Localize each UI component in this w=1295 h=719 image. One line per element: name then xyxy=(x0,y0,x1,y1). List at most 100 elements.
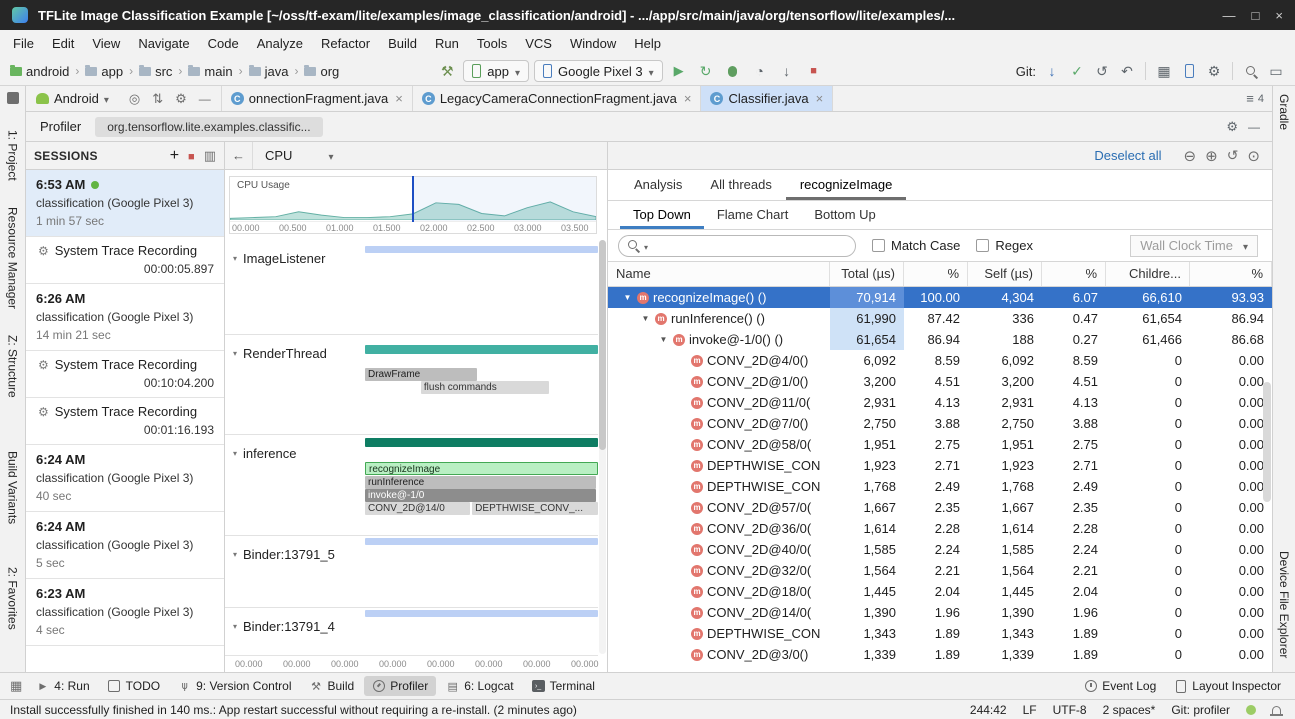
toolwindow-6-logcat[interactable]: 6: Logcat xyxy=(438,676,521,696)
call-tree-row[interactable]: mCONV_2D@14/0(1,3901.961,3901.9600.00 xyxy=(608,602,1272,623)
menu-tools[interactable]: Tools xyxy=(468,30,516,57)
editor-tab-legacycameraconnectionfragment-java[interactable]: CLegacyCameraConnectionFragment.java× xyxy=(413,86,702,111)
table-scrollbar[interactable] xyxy=(1263,382,1271,502)
collapse-icon[interactable]: ▾ xyxy=(233,550,237,559)
toolwindow-9-version-control[interactable]: 9: Version Control xyxy=(170,676,299,696)
layout-panels-button[interactable] xyxy=(1265,60,1287,82)
hide-tool-window-icon[interactable] xyxy=(1248,119,1260,135)
session-recording[interactable]: System Trace Recording00:00:05.897 xyxy=(26,237,224,284)
menu-code[interactable]: Code xyxy=(199,30,248,57)
column-header-item-6[interactable]: % xyxy=(1190,262,1272,286)
run-config-selector[interactable]: app xyxy=(463,60,529,82)
trace-event-invoke-1-0[interactable]: invoke@-1/0 xyxy=(365,489,596,502)
timeline-scrollbar[interactable] xyxy=(599,240,606,654)
tab-recognizeimage[interactable]: recognizeImage xyxy=(786,170,907,200)
trace-event-drawframe[interactable]: DrawFrame xyxy=(365,368,477,381)
regex-checkbox[interactable]: Regex xyxy=(976,238,1033,253)
menu-vcs[interactable]: VCS xyxy=(516,30,561,57)
trace-event-flush-commands[interactable]: flush commands xyxy=(421,381,549,394)
build-variants-button[interactable] xyxy=(1153,60,1175,82)
line-separator[interactable]: LF xyxy=(1023,703,1037,717)
expand-collapse-icon[interactable] xyxy=(152,91,163,107)
close-tab-icon[interactable]: × xyxy=(816,91,824,106)
call-tree-row[interactable]: ▼mrunInference() ()61,99087.423360.4761,… xyxy=(608,308,1272,329)
column-header-self-s-3[interactable]: Self (µs) xyxy=(968,262,1042,286)
deselect-all-link[interactable]: Deselect all xyxy=(1094,148,1161,163)
breadcrumb-org[interactable]: org xyxy=(302,64,341,79)
breadcrumb-app[interactable]: app xyxy=(83,64,125,79)
tool-stripe-1-project[interactable]: 1: Project xyxy=(6,130,20,181)
trace-event-recognizeimage[interactable]: recognizeImage xyxy=(365,462,598,475)
stop-session-button[interactable] xyxy=(188,148,195,163)
gear-icon[interactable] xyxy=(175,91,187,107)
update-project-button[interactable] xyxy=(1041,60,1063,82)
expand-icon[interactable]: ▼ xyxy=(658,329,669,350)
trace-event-depthwise-conv[interactable]: DEPTHWISE_CONV_... xyxy=(472,502,598,515)
toolwindow-layout-inspector[interactable]: Layout Inspector xyxy=(1166,676,1289,696)
column-header-item-2[interactable]: % xyxy=(904,262,968,286)
back-button[interactable] xyxy=(225,142,253,169)
make-project-button[interactable] xyxy=(436,60,458,82)
tool-stripe-device-file-explorer[interactable]: Device File Explorer xyxy=(1277,551,1291,658)
file-encoding[interactable]: UTF-8 xyxy=(1053,703,1087,717)
menu-view[interactable]: View xyxy=(83,30,129,57)
call-tree-row[interactable]: mCONV_2D@40/0(1,5852.241,5852.2400.00 xyxy=(608,539,1272,560)
call-tree-row[interactable]: mCONV_2D@7/0()2,7503.882,7503.8800.00 xyxy=(608,413,1272,434)
thread-label[interactable]: ▾inference xyxy=(233,446,297,461)
toolwindow-4-run[interactable]: 4: Run xyxy=(28,676,97,696)
git-branch[interactable]: Git: profiler xyxy=(1171,703,1230,717)
scrollbar-thumb[interactable] xyxy=(599,240,606,450)
editor-tab-onnectionfragment-java[interactable]: ConnectionFragment.java× xyxy=(222,86,413,111)
menu-build[interactable]: Build xyxy=(379,30,426,57)
device-manager-button[interactable] xyxy=(1178,60,1200,82)
match-case-checkbox[interactable]: Match Case xyxy=(872,238,960,253)
toolwindow-build[interactable]: Build xyxy=(302,676,363,696)
menu-analyze[interactable]: Analyze xyxy=(248,30,312,57)
subtab-bottom-up[interactable]: Bottom Up xyxy=(801,201,888,229)
zoom-to-selection-icon[interactable] xyxy=(1247,147,1260,165)
toolwindow-profiler[interactable]: Profiler xyxy=(364,676,436,696)
collapse-icon[interactable]: ▾ xyxy=(233,622,237,631)
call-tree-row[interactable]: mCONV_2D@1/0()3,2004.513,2004.5100.00 xyxy=(608,371,1272,392)
column-header-item-4[interactable]: % xyxy=(1042,262,1106,286)
collapse-icon[interactable]: ▾ xyxy=(233,449,237,458)
project-view-selector[interactable]: Android xyxy=(26,86,119,111)
menu-file[interactable]: File xyxy=(4,30,43,57)
column-header-total-s-1[interactable]: Total (µs) xyxy=(830,262,904,286)
cpu-usage-chart[interactable]: CPU Usage 00.00000.50001.00001.50002.000… xyxy=(229,176,597,234)
call-tree-row[interactable]: ▼minvoke@-1/0() ()61,65486.941880.2761,4… xyxy=(608,329,1272,350)
gear-icon[interactable] xyxy=(1226,119,1238,135)
apply-changes-button[interactable] xyxy=(695,60,717,82)
collapse-icon[interactable]: ▾ xyxy=(233,349,237,358)
call-tree-row[interactable]: mDEPTHWISE_CON1,9232.711,9232.7100.00 xyxy=(608,455,1272,476)
new-session-button[interactable] xyxy=(170,147,179,165)
selection-line[interactable] xyxy=(412,176,414,222)
attach-debugger-button[interactable] xyxy=(776,60,798,82)
close-tab-icon[interactable]: × xyxy=(684,91,692,106)
thread-label[interactable]: ▾RenderThread xyxy=(233,346,327,361)
tool-window-switcher-icon[interactable] xyxy=(6,678,26,694)
tab-all-threads[interactable]: All threads xyxy=(696,170,785,200)
breadcrumb-src[interactable]: src xyxy=(137,64,174,79)
update-notification-icon[interactable] xyxy=(1246,705,1256,715)
session-recording[interactable]: System Trace Recording00:10:04.200 xyxy=(26,351,224,398)
search-everywhere-button[interactable] xyxy=(1240,60,1262,82)
bell-icon[interactable] xyxy=(1272,706,1281,714)
expand-icon[interactable]: ▼ xyxy=(622,287,633,308)
run-button[interactable] xyxy=(668,60,690,82)
call-tree-row[interactable]: mCONV_2D@57/0(1,6672.351,6672.3500.00 xyxy=(608,497,1272,518)
call-tree-row[interactable]: mCONV_2D@18/0(1,4452.041,4452.0400.00 xyxy=(608,581,1272,602)
device-selector[interactable]: Google Pixel 3 xyxy=(534,60,663,82)
zoom-out-icon[interactable] xyxy=(1184,147,1197,165)
session-item[interactable]: 6:24 AMclassification (Google Pixel 3)5 … xyxy=(26,512,224,579)
menu-run[interactable]: Run xyxy=(426,30,468,57)
debug-button[interactable] xyxy=(722,60,744,82)
tool-stripe-2-favorites[interactable]: 2: Favorites xyxy=(6,567,20,630)
sdk-manager-button[interactable] xyxy=(1203,60,1225,82)
thread-label[interactable]: ▾ImageListener xyxy=(233,251,325,266)
indent-style[interactable]: 2 spaces* xyxy=(1103,703,1156,717)
trace-event-runinference[interactable]: runInference xyxy=(365,476,596,489)
call-tree-row[interactable]: mCONV_2D@3/0()1,3391.891,3391.8900.00 xyxy=(608,644,1272,665)
search-box[interactable] xyxy=(618,235,856,257)
breadcrumb-java[interactable]: java xyxy=(247,64,291,79)
